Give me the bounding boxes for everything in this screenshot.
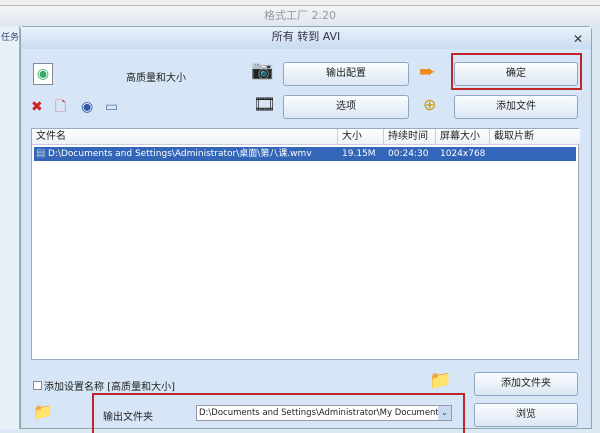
- column-header-duration[interactable]: 持续时间: [384, 129, 436, 145]
- file-duration: 00:24:30: [388, 149, 429, 159]
- file-resolution: 1024x768: [440, 149, 486, 159]
- output-folder-label: 输出文件夹: [103, 412, 153, 423]
- output-folder-select[interactable]: D:\Documents and Settings\Administrator\…: [196, 405, 452, 421]
- info-icon[interactable]: ▭: [105, 97, 118, 117]
- add-setting-name-label: 添加设置名称 [高质量和大小]: [44, 382, 175, 393]
- left-panel: 任务: [0, 26, 20, 429]
- play-icon[interactable]: ◉: [81, 97, 93, 117]
- dialog-title-bar: 所有 转到 AVI ✕: [21, 27, 591, 49]
- options-button[interactable]: 选项: [283, 95, 409, 119]
- file-name: D:\Documents and Settings\Administrator\…: [48, 149, 312, 159]
- file-size: 19.15M: [342, 149, 376, 159]
- column-header-resolution[interactable]: 屏幕大小: [436, 129, 490, 145]
- avi-format-icon: ◉: [33, 63, 53, 85]
- table-row[interactable]: ▤ D:\Documents and Settings\Administrato…: [34, 147, 576, 161]
- options-film-icon: 🎞: [253, 94, 276, 115]
- tasks-label: 任务: [1, 33, 20, 43]
- add-file-button[interactable]: 添加文件: [454, 95, 578, 119]
- add-setting-name-checkbox[interactable]: 添加设置名称 [高质量和大小]: [33, 378, 175, 393]
- add-folder-button[interactable]: 添加文件夹: [474, 372, 578, 396]
- convert-dialog: 所有 转到 AVI ✕ ◉ 高质量和大小 ✖ 🗋 ◉ ▭ 📷 输出配置 ➨ 确定…: [20, 26, 592, 433]
- output-config-button[interactable]: 输出配置: [283, 62, 409, 86]
- remove-file-icon[interactable]: 🗋: [55, 97, 66, 117]
- file-icon: ▤: [36, 148, 46, 159]
- close-icon[interactable]: ✕: [573, 29, 583, 49]
- chevron-down-icon[interactable]: ⌄: [438, 406, 451, 420]
- ok-button[interactable]: 确定: [454, 62, 578, 86]
- dialog-title: 所有 转到 AVI: [271, 30, 341, 43]
- output-folder-value: D:\Documents and Settings\Administrator\…: [199, 408, 452, 418]
- column-header-clip[interactable]: 截取片断: [490, 129, 580, 145]
- delete-icon[interactable]: ✖: [31, 97, 43, 117]
- column-header-size[interactable]: 大小: [338, 129, 384, 145]
- add-file-icon: ⊕: [423, 95, 437, 114]
- checkbox-box[interactable]: [33, 381, 42, 390]
- app-title: 格式工厂 2.20: [0, 6, 600, 26]
- file-list[interactable]: 文件名 大小 持续时间 屏幕大小 截取片断 ▤ D:\Documents and…: [31, 128, 580, 360]
- arrow-right-icon: ➨: [419, 59, 436, 83]
- profile-label: 高质量和大小: [126, 73, 186, 84]
- column-header-name[interactable]: 文件名: [32, 129, 338, 145]
- output-folder-icon[interactable]: 📁: [33, 402, 53, 422]
- output-config-icon: 📷: [251, 60, 274, 81]
- browse-button[interactable]: 浏览: [474, 403, 578, 427]
- new-folder-icon: 📁: [429, 370, 452, 391]
